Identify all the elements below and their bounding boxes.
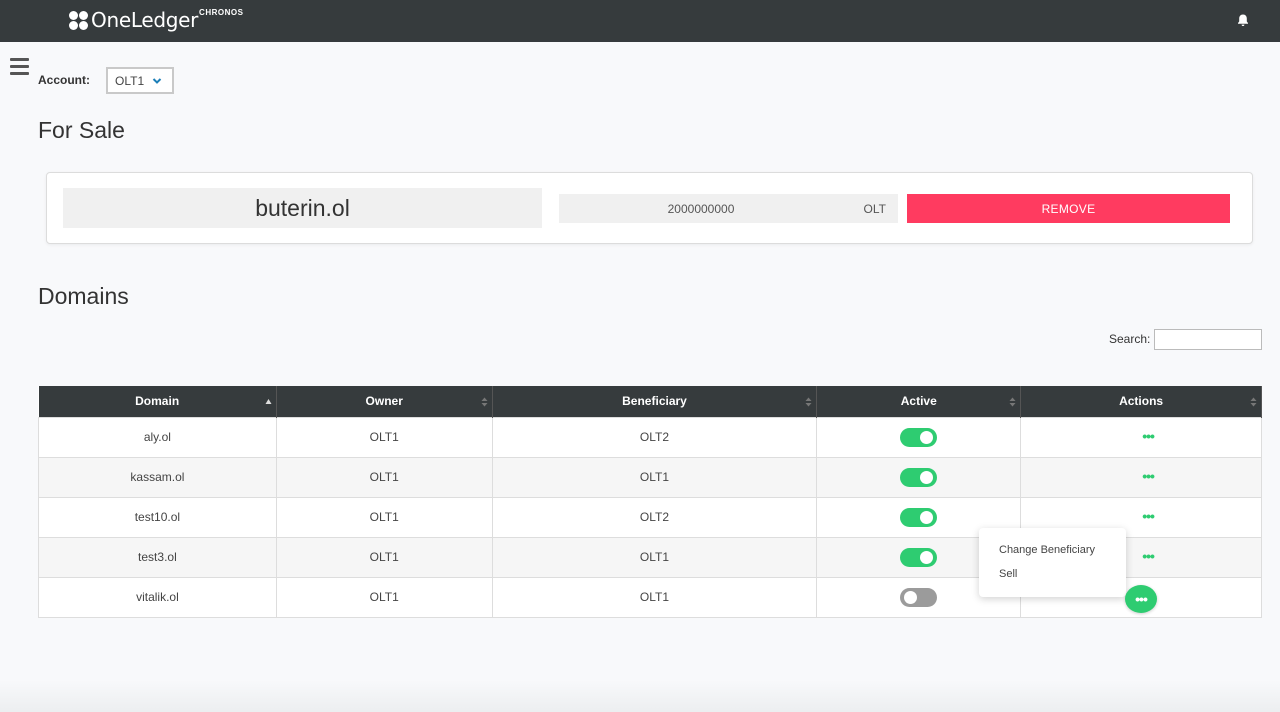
domain-cell: vitalik.ol [38, 576, 277, 618]
sale-price-amount: 2000000000 [667, 202, 735, 216]
more-actions-icon[interactable]: ••• [1142, 549, 1155, 563]
active-toggle[interactable] [900, 467, 938, 487]
sort-icon [1250, 397, 1257, 407]
menu-item-change-beneficiary[interactable]: Change Beneficiary [999, 544, 1095, 556]
beneficiary-cell: OLT2 [491, 496, 818, 538]
sort-icon [481, 397, 488, 407]
search-label: Search: [1109, 332, 1151, 346]
more-actions-icon[interactable]: ••• [1142, 509, 1155, 523]
sort-icon [1009, 397, 1016, 407]
column-header-beneficiary[interactable]: Beneficiary [492, 386, 818, 417]
owner-cell: OLT1 [275, 456, 493, 498]
beneficiary-cell: OLT2 [491, 416, 818, 458]
hamburger-menu-icon[interactable] [10, 58, 29, 75]
logo-text: OneLedger [91, 8, 199, 32]
account-select[interactable]: OLT1 [106, 67, 174, 94]
top-bar: OneLedger CHRONOS [0, 0, 1280, 42]
remove-button[interactable]: REMOVE [907, 194, 1230, 223]
chevron-down-icon [152, 78, 162, 84]
owner-cell: OLT1 [275, 496, 493, 538]
active-toggle[interactable] [900, 587, 938, 607]
column-header-domain[interactable]: Domain [38, 386, 277, 417]
owner-cell: OLT1 [275, 576, 493, 618]
more-actions-icon[interactable]: ••• [1142, 429, 1155, 443]
actions-cell: ••• [1020, 416, 1262, 458]
bell-icon[interactable] [1236, 13, 1250, 27]
menu-item-sell[interactable]: Sell [999, 568, 1017, 580]
logo-mark-icon [69, 10, 88, 30]
for-sale-title: For Sale [38, 117, 125, 143]
sale-price-currency: OLT [863, 202, 886, 216]
active-cell [816, 416, 1022, 458]
domain-cell: aly.ol [38, 416, 277, 458]
bottom-fade [0, 680, 1280, 712]
domain-cell: kassam.ol [38, 456, 277, 498]
active-toggle[interactable] [900, 507, 938, 527]
owner-cell: OLT1 [275, 416, 493, 458]
active-toggle[interactable] [900, 547, 938, 567]
active-toggle[interactable] [900, 427, 938, 447]
for-sale-card: buterin.ol 2000000000 OLT REMOVE [46, 172, 1253, 244]
actions-dropdown-menu: Change Beneficiary Sell [979, 528, 1126, 597]
search-input[interactable] [1154, 329, 1262, 350]
beneficiary-cell: OLT1 [491, 456, 818, 498]
sale-domain-name: buterin.ol [63, 188, 542, 228]
more-actions-button-active[interactable]: ••• [1125, 585, 1157, 613]
sale-price-field: 2000000000 OLT [559, 194, 898, 223]
beneficiary-cell: OLT1 [491, 576, 818, 618]
more-actions-icon[interactable]: ••• [1142, 469, 1155, 483]
domains-title: Domains [38, 283, 129, 309]
account-label: Account: [38, 73, 90, 87]
account-select-value: OLT1 [115, 73, 145, 88]
sort-asc-icon [265, 399, 272, 404]
domain-cell: test3.ol [38, 536, 277, 578]
oneledger-logo[interactable]: OneLedger CHRONOS [69, 8, 243, 32]
table-row: aly.ol OLT1 OLT2 ••• [38, 416, 1262, 458]
actions-cell: ••• [1020, 456, 1262, 498]
active-cell [816, 456, 1022, 498]
beneficiary-cell: OLT1 [491, 536, 818, 578]
table-row: kassam.ol OLT1 OLT1 ••• [38, 456, 1262, 498]
logo-superscript: CHRONOS [199, 7, 244, 17]
domain-cell: test10.ol [38, 496, 277, 538]
sort-icon [805, 397, 812, 407]
column-header-owner[interactable]: Owner [276, 386, 493, 417]
column-header-actions[interactable]: Actions [1020, 386, 1262, 417]
owner-cell: OLT1 [275, 536, 493, 578]
column-header-active[interactable]: Active [816, 386, 1022, 417]
